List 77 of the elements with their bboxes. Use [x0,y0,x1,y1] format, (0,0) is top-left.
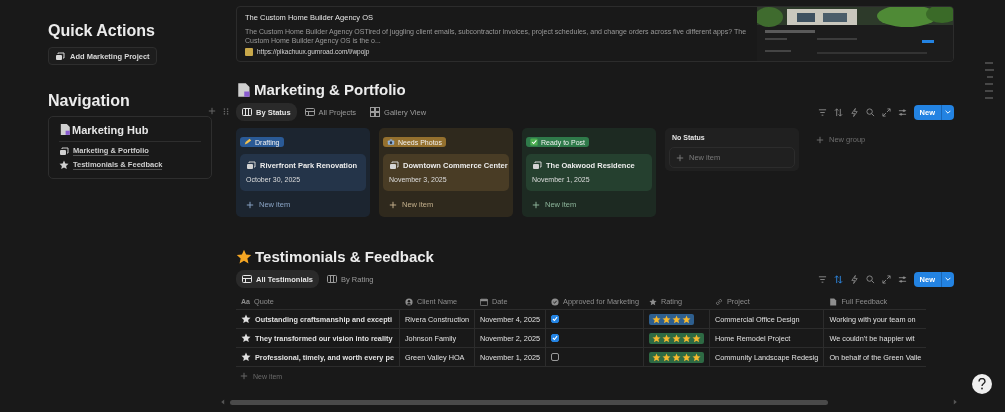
drag-handle-icon [222,107,230,116]
star-icon [651,352,661,362]
section-heading: Quick Actions [48,22,155,40]
expand-icon [881,107,891,117]
plus-icon [816,135,824,144]
help-button[interactable] [972,374,992,394]
star-icon [661,314,671,324]
star-icon [671,352,681,362]
bookmark-card[interactable] [236,6,954,62]
sort-icon[interactable] [833,274,843,284]
stack-icon [389,160,399,170]
board-view-icon [242,107,252,117]
stack-icon [532,160,542,170]
help-icon [977,378,987,390]
star-icon [651,314,661,324]
pencil-icon [244,138,252,146]
star-icon [241,333,251,343]
lightning-icon [849,107,859,117]
caret-icon[interactable] [941,271,954,287]
star-icon [648,297,657,306]
star-icon [681,352,691,362]
star-icon [241,352,251,362]
plus-icon [676,153,684,162]
person-icon [404,297,413,306]
scroll-left-icon [220,399,226,405]
page-heading: Testimonials & Feedback [255,248,434,265]
star-icon [241,314,251,324]
check-badge-icon [551,297,560,306]
star-icon [59,160,69,170]
link-icon [714,297,723,306]
lightning-icon [849,274,859,284]
star-icon [661,352,671,362]
checkbox[interactable] [551,315,560,323]
document-icon [236,81,251,98]
sort-icon[interactable] [833,107,843,117]
board-view-icon [326,274,337,284]
scrollbar-thumb[interactable] [230,399,828,405]
plus-icon [240,372,248,380]
star-icon [671,314,681,324]
table-view-icon [242,274,252,284]
star-icon [236,248,252,265]
calendar-icon [480,297,489,306]
star-icon [651,333,661,343]
stack-icon [59,146,69,156]
section-heading: Navigation [48,92,130,110]
plus-icon [246,200,254,209]
scroll-right-icon [952,399,958,405]
camera-icon [387,138,395,146]
filter-icon [817,107,827,117]
expand-icon [881,274,891,284]
search-icon [865,274,875,284]
stack-icon [55,51,65,61]
stack-icon [246,160,256,170]
plus-icon [532,200,540,209]
star-icon [681,333,691,343]
card-title: Marketing Hub [72,123,149,136]
gallery-view-icon [370,107,381,117]
star-icon [661,333,671,343]
checkbox[interactable] [551,334,560,342]
sliders-icon [897,274,907,284]
table-view-icon [304,107,315,117]
star-icon [691,352,701,362]
document-icon [59,123,71,136]
plus-icon [208,107,216,115]
caret-icon[interactable] [941,104,954,120]
star-icon [691,333,701,343]
plus-icon [389,200,397,209]
star-icon [681,314,691,324]
checkbox[interactable] [551,353,560,361]
sliders-icon [897,107,907,117]
document-icon [829,297,838,306]
favicon [245,47,253,56]
checkmark-icon [530,138,538,146]
filter-icon [817,274,827,284]
star-icon [671,333,681,343]
page-heading: Marketing & Portfolio [254,81,406,98]
search-icon [865,107,875,117]
